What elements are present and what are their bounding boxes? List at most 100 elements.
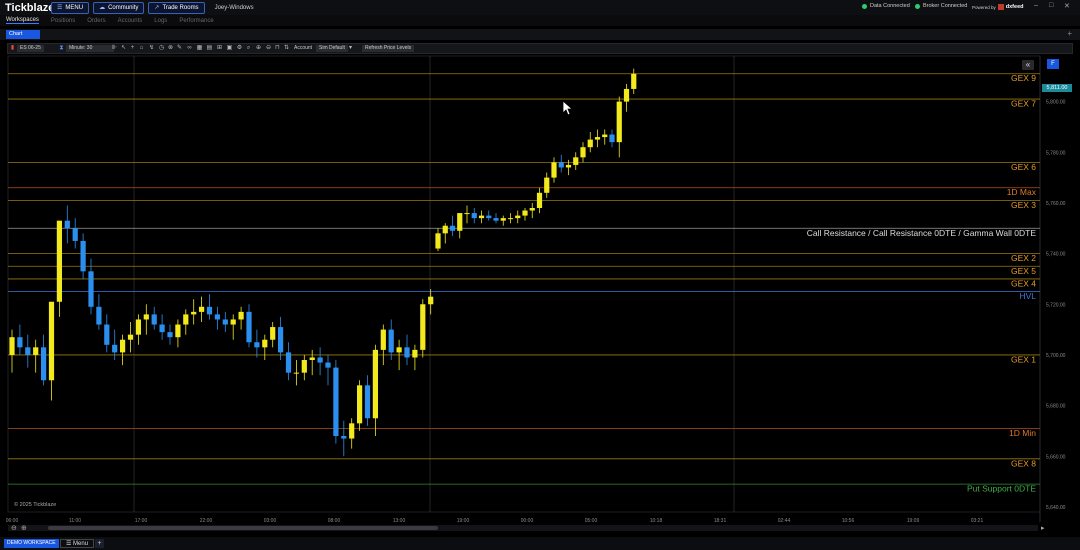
- scroll-right-icon[interactable]: ▸: [1041, 524, 1045, 532]
- price-level-label: GEX 4: [1011, 278, 1036, 288]
- candle-body: [536, 192, 543, 208]
- price-level-label: 1D Max: [1007, 187, 1037, 197]
- candle-body: [41, 347, 47, 381]
- candle-body: [357, 385, 363, 424]
- price-level-label: GEX 6: [1011, 162, 1036, 172]
- time-scrollbar[interactable]: [8, 525, 1038, 531]
- x-axis-tick-label: 13:00: [393, 518, 406, 524]
- candle-body: [515, 215, 521, 219]
- candle-body: [301, 360, 307, 373]
- candle-body: [309, 357, 315, 360]
- x-axis-tick-label: 03:21: [971, 518, 984, 524]
- y-axis-tick-label: 5,740.00: [1046, 252, 1066, 258]
- candle-body: [96, 306, 102, 325]
- zoom-in-icon[interactable]: ⊕: [21, 524, 27, 532]
- scrollbar-thumb[interactable]: [48, 526, 438, 530]
- x-axis-tick-label: 18:31: [714, 518, 727, 524]
- candle-body: [435, 233, 441, 249]
- candle-body: [396, 347, 402, 353]
- candle-body: [623, 88, 630, 102]
- candle-body: [500, 218, 506, 221]
- copyright-text: © 2025 Tickblaze: [14, 502, 57, 508]
- y-axis-tick-label: 5,700.00: [1046, 353, 1066, 359]
- candle-body: [17, 337, 23, 348]
- candle-body: [594, 137, 601, 140]
- candle-body: [471, 213, 477, 219]
- collapse-panel-icon[interactable]: «: [1022, 60, 1034, 70]
- mouse-cursor-icon: [562, 100, 572, 116]
- candle-body: [127, 334, 134, 340]
- candle-body: [64, 220, 70, 229]
- candle-body: [457, 213, 463, 231]
- candle-body: [175, 324, 181, 338]
- candle-body: [412, 349, 418, 358]
- x-axis-tick-label: 08:00: [328, 518, 341, 524]
- candle-body: [631, 73, 637, 89]
- candle-body: [238, 311, 244, 320]
- candle-body: [285, 352, 292, 373]
- bottom-menu-button[interactable]: ☰ Menu: [60, 539, 95, 548]
- y-axis-tick-label: 5,760.00: [1046, 201, 1066, 207]
- candle-body: [214, 314, 220, 320]
- settings-f-button[interactable]: F: [1047, 59, 1059, 69]
- y-axis-tick-label: 5,720.00: [1046, 302, 1066, 308]
- candle-body: [270, 327, 276, 340]
- zoom-out-icon[interactable]: ⊖: [11, 524, 17, 532]
- x-axis-tick-label: 19:00: [457, 518, 470, 524]
- candle-body: [72, 228, 78, 241]
- candle-body: [442, 225, 448, 234]
- x-axis-tick-label: 17:00: [135, 518, 148, 524]
- candle-body: [616, 101, 622, 143]
- price-level-label: 1D Min: [1009, 428, 1036, 438]
- x-axis-tick-label: 03:00: [264, 518, 277, 524]
- candle-body: [507, 218, 514, 220]
- candle-body: [293, 372, 299, 374]
- candle-body: [558, 162, 564, 168]
- price-level-label: GEX 7: [1011, 99, 1036, 109]
- candle-body: [372, 349, 378, 419]
- price-level-label: GEX 1: [1011, 354, 1036, 364]
- x-axis-tick-label: 02:44: [778, 518, 791, 524]
- candle-body: [48, 301, 55, 381]
- candle-body: [143, 314, 149, 320]
- candle-body: [246, 311, 252, 343]
- candle-body: [587, 139, 593, 148]
- candle-body: [380, 329, 386, 350]
- x-axis-tick-label: 19:09: [907, 518, 920, 524]
- x-axis-tick-label: 11:00: [69, 518, 81, 524]
- x-axis-tick-label: 05:00: [585, 518, 598, 524]
- y-axis-tick-label: 5,640.00: [1046, 505, 1066, 511]
- candle-body: [25, 347, 31, 355]
- workspace-tab[interactable]: DEMO WORKSPACE: [4, 539, 59, 548]
- candle-body: [404, 347, 410, 358]
- candle-body: [565, 164, 572, 168]
- candle-body: [222, 319, 228, 325]
- price-chart[interactable]: GEX 9 GEX 7 GEX 6 1D Max GEX 3 Call Resistanc…: [0, 0, 1080, 550]
- x-axis-tick-label: 10:18: [650, 518, 663, 524]
- y-axis-tick-label: 5,780.00: [1046, 150, 1066, 156]
- candle-body: [478, 215, 485, 219]
- candle-body: [254, 342, 260, 348]
- price-level-label: Put Support 0DTE: [967, 484, 1036, 494]
- candle-body: [388, 329, 394, 353]
- price-level-label: Call Resistance / Call Resistance 0DTE /…: [807, 228, 1037, 238]
- price-level-label: GEX 5: [1011, 266, 1036, 276]
- candle-body: [573, 157, 579, 165]
- candle-body: [420, 304, 426, 350]
- candle-body: [120, 339, 126, 353]
- bottom-menu-label: Menu: [73, 541, 89, 547]
- candle-body: [609, 134, 615, 143]
- candle-body: [183, 314, 189, 325]
- candle-body: [230, 319, 236, 325]
- candle-body: [135, 319, 141, 335]
- candle-body: [191, 311, 197, 315]
- candle-body: [493, 218, 499, 221]
- add-workspace-button[interactable]: +: [95, 539, 104, 548]
- candle-body: [428, 296, 434, 305]
- candle-body: [206, 306, 213, 315]
- candle-body: [325, 362, 331, 368]
- candle-body: [167, 332, 173, 338]
- candle-body: [33, 347, 39, 355]
- candle-body: [9, 337, 15, 355]
- candle-body: [80, 240, 86, 272]
